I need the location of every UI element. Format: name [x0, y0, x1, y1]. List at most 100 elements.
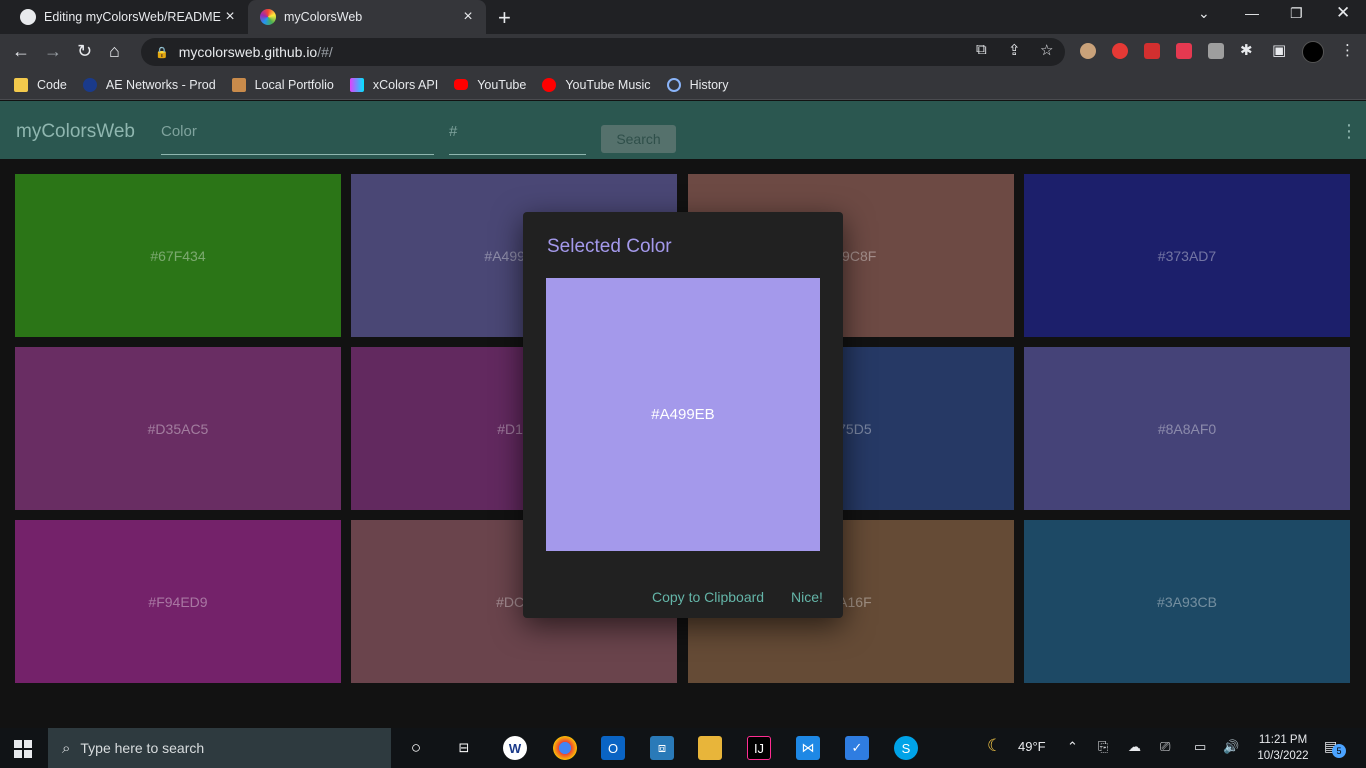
- bookmark-xcolors-api[interactable]: xColors API: [349, 77, 439, 92]
- cortana-icon[interactable]: ○: [404, 736, 428, 760]
- lock-icon: 🔒: [155, 46, 169, 59]
- vscode-icon[interactable]: ⋈: [796, 736, 820, 760]
- url-path: /#/: [317, 44, 333, 60]
- bookmark-code[interactable]: Code: [14, 77, 67, 92]
- extension-r-icon[interactable]: [1208, 43, 1224, 59]
- color-name-input[interactable]: [161, 123, 434, 140]
- search-button[interactable]: Search: [601, 125, 676, 153]
- taskbar-search[interactable]: ⌕ Type here to search: [48, 728, 391, 768]
- extension-refresh-icon[interactable]: [1112, 43, 1128, 59]
- color-swatch[interactable]: #D35AC5: [15, 347, 341, 510]
- sidepanel-icon[interactable]: ▣: [1272, 41, 1286, 59]
- battery-icon[interactable]: ▭: [1194, 739, 1206, 755]
- bookmark-label: Code: [37, 77, 67, 92]
- tab-readme[interactable]: Editing myColorsWeb/README.m ×: [8, 0, 248, 34]
- clock-date: 10/3/2022: [1257, 750, 1309, 762]
- browser-tabstrip: Editing myColorsWeb/README.m × myColorsW…: [0, 0, 1366, 34]
- bookmark-label: xColors API: [372, 77, 439, 92]
- home-icon[interactable]: ⌂: [109, 41, 120, 62]
- forward-icon[interactable]: →: [44, 41, 62, 62]
- chevron-down-icon[interactable]: ⌄: [1198, 5, 1210, 22]
- dialog-title: Selected Color: [547, 236, 672, 257]
- bookmark-youtube-music[interactable]: YouTube Music: [542, 77, 651, 92]
- app-w-icon[interactable]: W: [503, 736, 527, 760]
- tab-title: Editing myColorsWeb/README.m: [44, 10, 222, 24]
- portfolio-icon: [231, 77, 246, 92]
- system-clock[interactable]: 11:21 PM 10/3/2022: [1252, 732, 1314, 764]
- youtube-icon: [454, 79, 469, 90]
- color-swatch[interactable]: #373AD7: [1024, 174, 1350, 337]
- close-icon[interactable]: ×: [222, 8, 238, 26]
- color-swatch[interactable]: #3A93CB: [1024, 520, 1350, 683]
- bookmark-local-portfolio[interactable]: Local Portfolio: [231, 77, 334, 92]
- file-explorer-icon[interactable]: [698, 736, 722, 760]
- copy-to-clipboard-button[interactable]: Copy to Clipboard: [652, 589, 764, 605]
- swatch-hex: #D35AC5: [147, 420, 209, 437]
- address-bar[interactable]: 🔒 mycolorsweb.github.io/#/: [141, 38, 1065, 66]
- restore-icon[interactable]: ❐: [1290, 5, 1303, 22]
- new-tab-icon[interactable]: +: [498, 5, 511, 31]
- bookmark-label: AE Networks - Prod: [105, 77, 216, 92]
- star-icon[interactable]: ☆: [1040, 41, 1053, 59]
- swatch-hex: #3A93CB: [1157, 593, 1217, 610]
- extension-avatar-icon[interactable]: [1080, 43, 1096, 59]
- windows-start-icon[interactable]: [14, 740, 32, 758]
- task-view-icon[interactable]: ⊟: [452, 736, 476, 760]
- color-preview: #A499EB: [546, 278, 820, 551]
- notification-badge: 5: [1332, 744, 1346, 758]
- extension-plus-icon[interactable]: [1176, 43, 1192, 59]
- github-icon: [20, 9, 36, 25]
- volume-icon[interactable]: 🔊: [1223, 739, 1239, 755]
- notification-icon[interactable]: ▤ 5: [1324, 738, 1346, 758]
- bookmarks-bar: Code AE Networks - Prod Local Portfolio …: [0, 70, 1366, 100]
- extension-m-icon[interactable]: [1144, 43, 1160, 59]
- bookmark-history[interactable]: History: [666, 77, 728, 92]
- app-brand[interactable]: myColorsWeb: [16, 121, 135, 143]
- tab-title: myColorsWeb: [284, 10, 363, 24]
- moon-weather-icon[interactable]: ☾: [987, 736, 1002, 756]
- weather-temp[interactable]: 49°F: [1018, 739, 1046, 754]
- tab-mycolorsweb[interactable]: myColorsWeb ×: [248, 0, 486, 34]
- outlook-icon[interactable]: O: [601, 736, 625, 760]
- skype-icon[interactable]: S: [894, 736, 918, 760]
- remote-desktop-icon[interactable]: ⧈: [650, 736, 674, 760]
- bookmark-ae-networks[interactable]: AE Networks - Prod: [82, 77, 216, 92]
- minimize-icon[interactable]: —: [1245, 5, 1259, 21]
- bookmark-label: Local Portfolio: [254, 77, 334, 92]
- color-swatch[interactable]: #8A8AF0: [1024, 347, 1350, 510]
- reload-icon[interactable]: ↻: [77, 41, 92, 62]
- color-swatch[interactable]: #67F434: [15, 174, 341, 337]
- selected-color-dialog: Selected Color #A499EB Copy to Clipboard…: [523, 212, 843, 618]
- chevron-up-icon[interactable]: ⌃: [1067, 739, 1078, 755]
- color-name-field[interactable]: [161, 123, 434, 155]
- profile-avatar[interactable]: [1302, 41, 1324, 63]
- nice-button[interactable]: Nice!: [791, 589, 823, 605]
- bookmark-youtube[interactable]: YouTube: [454, 78, 526, 92]
- app-header: myColorsWeb Search ⋮: [0, 101, 1366, 159]
- close-window-icon[interactable]: ✕: [1336, 3, 1350, 23]
- swatch-hex: #373AD7: [1157, 247, 1217, 264]
- more-options-icon[interactable]: ⋮: [1340, 121, 1358, 142]
- windows-taskbar: ⌕ Type here to search ○ ⊟ W O ⧈ IJ ⋈ ✓ S…: [0, 728, 1366, 768]
- preview-hex: #A499EB: [651, 406, 715, 423]
- onedrive-icon[interactable]: ☁: [1128, 739, 1141, 755]
- hex-input[interactable]: [449, 123, 586, 140]
- intellij-icon[interactable]: IJ: [747, 736, 771, 760]
- close-icon[interactable]: ×: [460, 8, 476, 26]
- chrome-icon[interactable]: [553, 736, 577, 760]
- open-in-app-icon[interactable]: ⧉: [976, 41, 987, 58]
- menu-icon[interactable]: ⋮: [1340, 41, 1355, 59]
- youtube-music-icon: [542, 77, 557, 92]
- back-icon[interactable]: ←: [12, 41, 30, 62]
- usb-icon[interactable]: ⎘: [1098, 739, 1108, 755]
- xcolors-icon: [349, 77, 364, 92]
- color-swatch[interactable]: #F94ED9: [15, 520, 341, 683]
- puzzle-icon[interactable]: ✱: [1240, 41, 1253, 59]
- display-icon[interactable]: ⎚: [1160, 739, 1170, 755]
- ae-icon: [82, 77, 97, 92]
- hex-field[interactable]: [449, 123, 586, 155]
- clock-time: 11:21 PM: [1258, 734, 1308, 746]
- folder-icon: [14, 77, 28, 92]
- todo-icon[interactable]: ✓: [845, 736, 869, 760]
- share-icon[interactable]: ⇪: [1008, 41, 1021, 59]
